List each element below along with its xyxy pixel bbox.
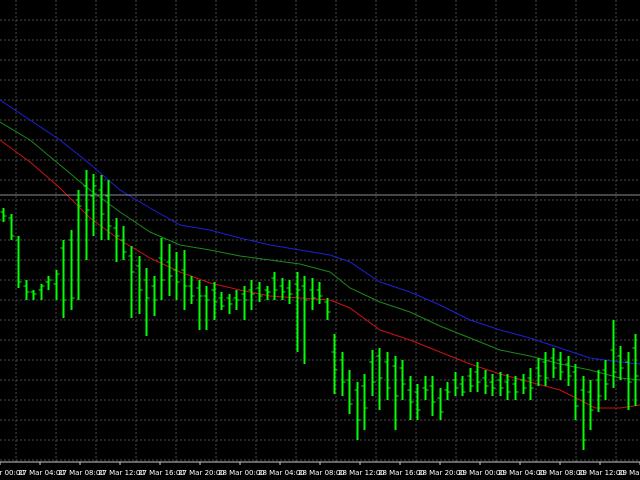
ohlc-bar: [226, 294, 233, 314]
ohlc-bar: [75, 190, 82, 300]
ohlc-bar: [143, 268, 150, 336]
ohlc-bar: [482, 370, 489, 394]
ohlc-bar: [68, 230, 75, 310]
ohlc-bar: [602, 360, 609, 400]
ohlc-bar: [392, 356, 399, 430]
ohlc-bar: [196, 280, 203, 330]
time-axis: 27 Mar 00:0027 Mar 04:0027 Mar 08:0027 M…: [0, 461, 640, 477]
ohlc-bar: [316, 282, 323, 304]
ohlc-bar: [625, 352, 632, 410]
chart-canvas[interactable]: 27 Mar 00:0027 Mar 04:0027 Mar 08:0027 M…: [0, 0, 640, 480]
ohlc-bar: [542, 352, 549, 386]
ohlc-bar: [151, 276, 158, 316]
ohlc-bar: [98, 175, 105, 240]
ohlc-bar: [339, 352, 346, 396]
ohlc-bar: [38, 284, 45, 300]
ohlc-bar: [572, 364, 579, 420]
ohlc-bar: [376, 348, 383, 410]
ohlc-bar: [459, 376, 466, 396]
ohlc-bar: [580, 376, 587, 450]
ohlc-bar: [203, 286, 210, 330]
ohlc-bar: [369, 350, 376, 396]
ohlc-bar: [520, 374, 527, 394]
ohlc-bar: [248, 280, 255, 310]
ohlc-bar: [286, 280, 293, 304]
ohlc-bar: [595, 370, 602, 412]
price-chart[interactable]: 27 Mar 00:0027 Mar 04:0027 Mar 08:0027 M…: [0, 0, 640, 480]
ohlc-bar: [256, 282, 263, 302]
ohlc-bar: [414, 384, 421, 420]
ohlc-bar: [23, 280, 30, 300]
ohlc-bar: [489, 374, 496, 396]
ohlc-bar: [166, 244, 173, 296]
ohlc-bar: [422, 376, 429, 400]
ohlc-bar: [444, 382, 451, 400]
ohlc-bar: [181, 250, 188, 310]
ohlc-bar: [83, 170, 90, 260]
ohlc-bar: [211, 282, 218, 320]
ohlc-bar: [407, 376, 414, 420]
ohlc-bar: [128, 246, 135, 318]
ohlc-bar: [565, 356, 572, 386]
ohlc-bar: [497, 372, 504, 396]
time-tick-label: 29 Mar 16:00: [618, 469, 640, 477]
ohlc-bar: [354, 382, 361, 440]
ohlc-bar: [53, 270, 60, 300]
ohlc-bar: [474, 362, 481, 392]
ohlc-bar: [429, 376, 436, 416]
ohlc-bar: [158, 238, 165, 300]
ohlc-bar: [113, 218, 120, 262]
ohlc-bar: [136, 256, 143, 314]
ohlc-bar: [294, 272, 301, 352]
ohlc-bar: [632, 334, 639, 406]
ohlc-bar: [504, 374, 511, 400]
ohlc-bar: [45, 276, 52, 290]
ohlc-bar: [233, 290, 240, 310]
ohlc-bar: [30, 290, 37, 300]
ohlc-bar: [331, 334, 338, 394]
ohlc-bar: [105, 180, 112, 240]
ohlc-bar: [452, 372, 459, 396]
ohlc-bar: [384, 352, 391, 400]
ohlc-bar: [309, 278, 316, 310]
ohlc-bar: [8, 214, 15, 240]
ohlc-bar: [527, 368, 534, 400]
ohlc-bar: [264, 286, 271, 300]
ohlc-bar: [617, 346, 624, 380]
ohlc-bar: [437, 388, 444, 420]
ohlc-bar: [60, 240, 67, 318]
ohlc-bar: [173, 252, 180, 300]
ohlc-bar: [301, 276, 308, 364]
grid: [0, 0, 640, 462]
ohlc-bar: [346, 370, 353, 414]
ohlc-bar: [557, 352, 564, 380]
ohlc-bar: [218, 292, 225, 310]
ohlc-bar: [324, 298, 331, 320]
ohlc-bar: [361, 374, 368, 430]
